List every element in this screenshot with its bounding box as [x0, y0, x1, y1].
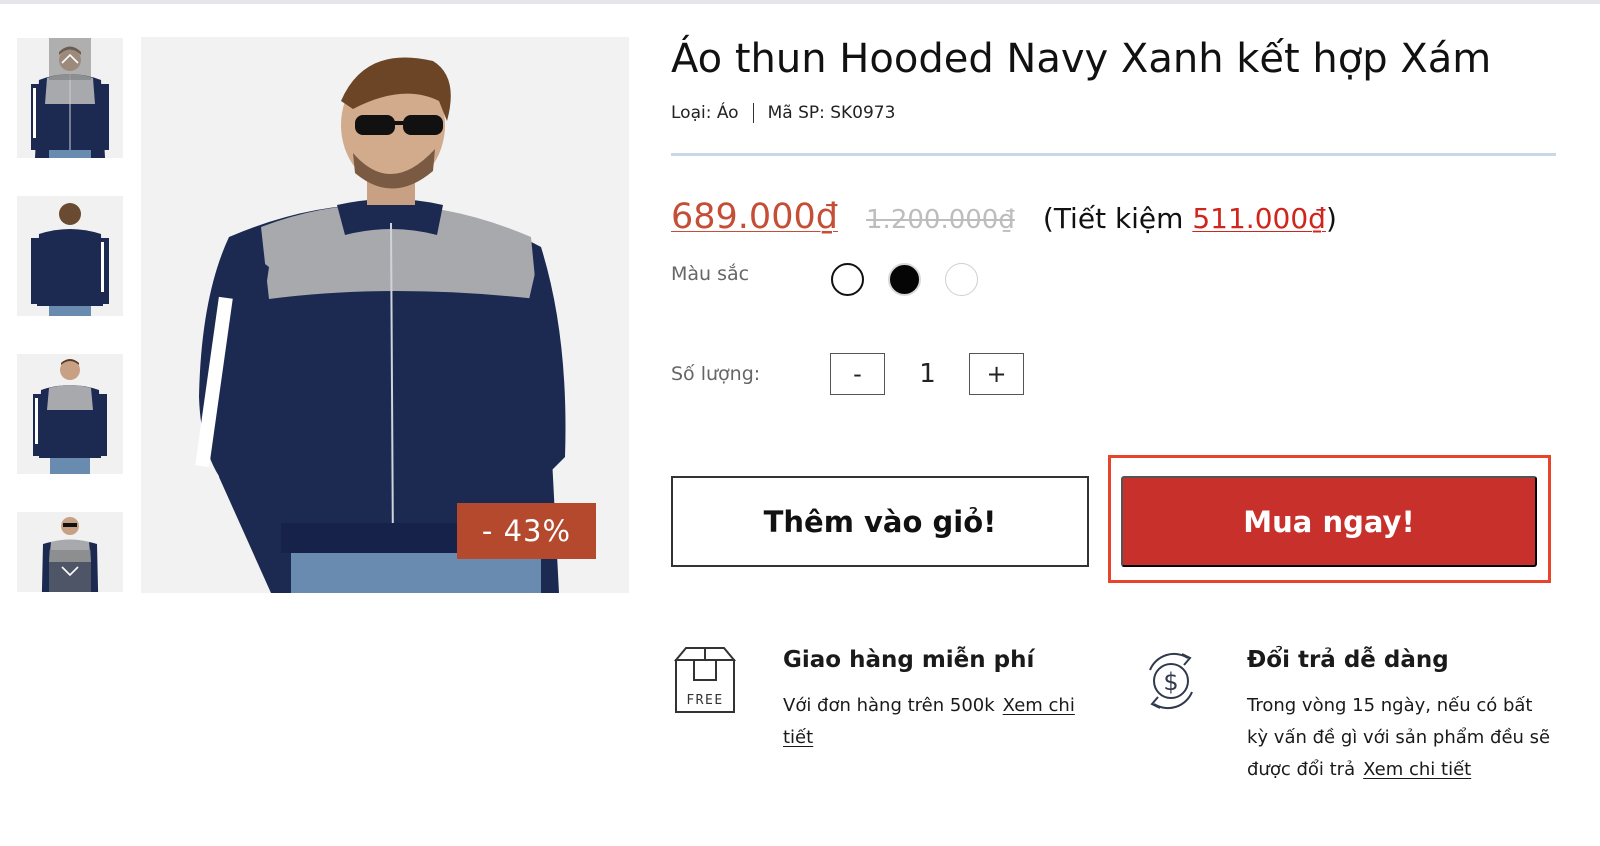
shipping-desc-text: Với đơn hàng trên 500k	[783, 695, 995, 716]
buy-now-button[interactable]: Mua ngay!	[1121, 476, 1537, 567]
returns-details-link[interactable]: Xem chi tiết	[1363, 759, 1471, 780]
chevron-up-icon	[61, 53, 79, 64]
product-title: Áo thun Hooded Navy Xanh kết hợp Xám	[671, 36, 1492, 82]
discount-badge: - 43%	[457, 503, 596, 559]
quantity-label: Số lượng:	[671, 363, 761, 385]
old-price: 1.200.000₫	[866, 205, 1015, 235]
savings-text: (Tiết kiệm 511.000₫)	[1043, 202, 1337, 235]
price-row: 689.000₫ 1.200.000₫ (Tiết kiệm 511.000₫)	[671, 197, 1337, 237]
thumbnail-3[interactable]	[17, 354, 123, 474]
returns-description: Trong vòng 15 ngày, nếu có bất kỳ vấn đề…	[1247, 690, 1553, 786]
color-swatch-white[interactable]	[945, 263, 978, 296]
thumbnail-scroll-down-button[interactable]	[49, 550, 91, 592]
color-label: Màu sắc	[671, 263, 750, 285]
svg-text:$: $	[1163, 668, 1178, 696]
chevron-down-icon	[61, 566, 79, 577]
thumbnail-gallery	[17, 38, 123, 592]
product-meta: Loại: Áo Mã SP: SK0973	[671, 103, 895, 123]
section-divider	[671, 153, 1556, 156]
shipping-title: Giao hàng miễn phí	[783, 647, 1035, 673]
thumbnail-scroll-up-button[interactable]	[49, 38, 91, 80]
savings-amount: 511.000₫	[1192, 202, 1326, 235]
returns-title: Đổi trả dễ dàng	[1247, 647, 1449, 673]
savings-prefix: (Tiết kiệm	[1042, 202, 1193, 235]
current-price: 689.000₫	[671, 197, 839, 237]
free-box-icon: FREE	[672, 644, 738, 716]
color-swatch-white-selected[interactable]	[831, 263, 864, 296]
add-to-cart-button[interactable]: Thêm vào giỏ!	[671, 476, 1089, 567]
savings-suffix: )	[1325, 202, 1337, 235]
quantity-increase-button[interactable]: +	[969, 353, 1024, 395]
quantity-decrease-button[interactable]: -	[830, 353, 885, 395]
free-icon-text: FREE	[686, 693, 723, 708]
top-divider	[0, 0, 1600, 4]
quantity-input[interactable]: 1	[895, 353, 960, 395]
dollar-exchange-icon: $	[1138, 648, 1204, 714]
thumbnail-2[interactable]	[17, 196, 123, 316]
product-sku: Mã SP: SK0973	[767, 103, 896, 123]
meta-divider	[752, 103, 754, 123]
color-swatch-black[interactable]	[888, 263, 921, 296]
product-type: Loại: Áo	[671, 103, 739, 123]
shipping-description: Với đơn hàng trên 500k Xem chi tiết	[783, 690, 1101, 754]
